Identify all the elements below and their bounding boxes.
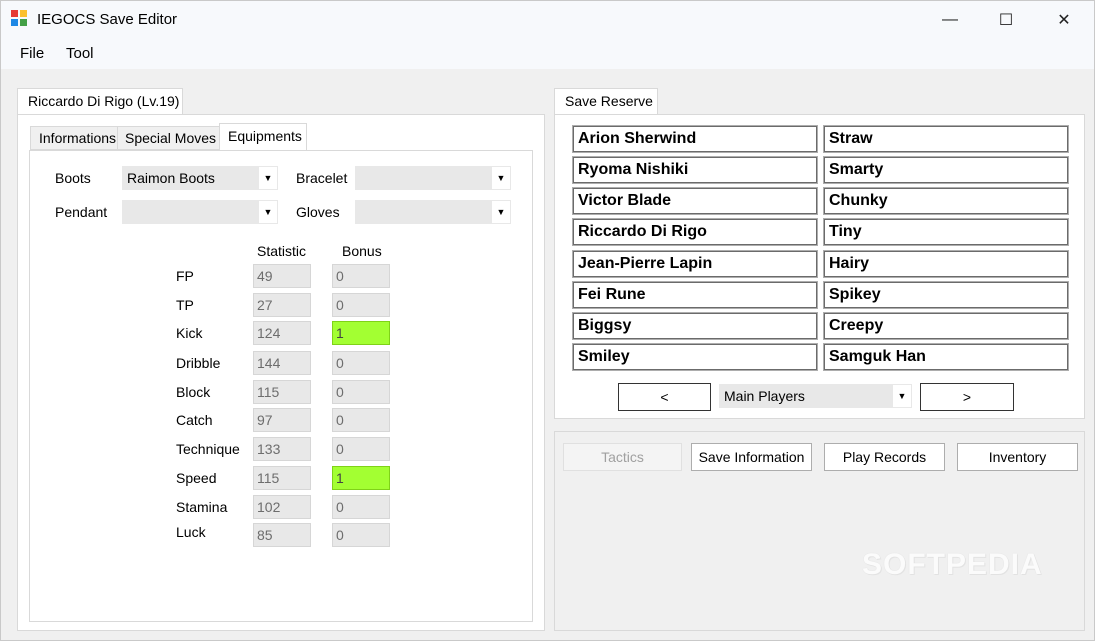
stat-value[interactable]: 115 <box>253 380 311 404</box>
bonus-value[interactable]: 0 <box>332 495 390 519</box>
reserve-player-button[interactable]: Victor Blade <box>572 187 818 215</box>
bonus-value[interactable]: 0 <box>332 351 390 375</box>
stat-name: TP <box>176 297 194 313</box>
bonus-value[interactable]: 0 <box>332 523 390 547</box>
gloves-label: Gloves <box>296 204 340 220</box>
reserve-player-button[interactable]: Arion Sherwind <box>572 125 818 153</box>
reserve-player-button[interactable]: Jean-Pierre Lapin <box>572 250 818 278</box>
close-button[interactable]: ✕ <box>1036 0 1092 40</box>
tab-save-reserve[interactable]: Save Reserve <box>554 88 658 115</box>
bonus-value[interactable]: 0 <box>332 380 390 404</box>
stat-value[interactable]: 124 <box>253 321 311 345</box>
reserve-player-button[interactable]: Samguk Han <box>823 343 1069 371</box>
reserve-player-button[interactable]: Ryoma Nishiki <box>572 156 818 184</box>
stat-value[interactable]: 102 <box>253 495 311 519</box>
stat-name: Kick <box>176 325 203 341</box>
stat-name: FP <box>176 268 194 284</box>
chevron-down-icon: ▼ <box>492 201 510 223</box>
reserve-player-button[interactable]: Chunky <box>823 187 1069 215</box>
pendant-select[interactable]: ▼ <box>122 200 278 224</box>
boots-label: Boots <box>55 170 91 186</box>
chevron-down-icon: ▼ <box>893 385 911 407</box>
chevron-down-icon: ▼ <box>259 167 277 189</box>
reserve-player-button[interactable]: Spikey <box>823 281 1069 309</box>
bracelet-label: Bracelet <box>296 170 348 186</box>
tab-special-moves[interactable]: Special Moves <box>117 126 220 150</box>
reserve-player-button[interactable]: Straw <box>823 125 1069 153</box>
menu-bar: File Tool <box>0 40 1095 69</box>
statistic-header: Statistic <box>257 243 307 259</box>
boots-value: Raimon Boots <box>127 170 215 186</box>
player-group-select[interactable]: Main Players ▼ <box>719 384 912 408</box>
app-icon <box>11 10 29 28</box>
reserve-player-button[interactable]: Tiny <box>823 218 1069 246</box>
maximize-button[interactable]: ☐ <box>978 0 1034 40</box>
stat-name: Technique <box>176 441 240 457</box>
stat-value[interactable]: 49 <box>253 264 311 288</box>
reserve-player-button[interactable]: Riccardo Di Rigo <box>572 218 818 246</box>
bonus-value[interactable]: 0 <box>332 264 390 288</box>
menu-tool[interactable]: Tool <box>66 45 94 62</box>
next-page-button[interactable]: > <box>920 383 1014 411</box>
player-group-value: Main Players <box>724 388 805 404</box>
chevron-down-icon: ▼ <box>259 201 277 223</box>
bonus-value[interactable]: 0 <box>332 408 390 432</box>
stat-value[interactable]: 144 <box>253 351 311 375</box>
menu-file[interactable]: File <box>20 45 44 62</box>
reserve-player-button[interactable]: Creepy <box>823 312 1069 340</box>
tab-player[interactable]: Riccardo Di Rigo (Lv.19) <box>17 88 183 115</box>
stat-name: Luck <box>176 524 206 540</box>
tab-equipments[interactable]: Equipments <box>219 123 307 151</box>
stat-name: Stamina <box>176 499 228 515</box>
reserve-player-button[interactable]: Smarty <box>823 156 1069 184</box>
stat-value[interactable]: 27 <box>253 293 311 317</box>
inventory-button[interactable]: Inventory <box>957 443 1078 471</box>
play-records-button[interactable]: Play Records <box>824 443 945 471</box>
bracelet-select[interactable]: ▼ <box>355 166 511 190</box>
stat-value[interactable]: 97 <box>253 408 311 432</box>
boots-select[interactable]: Raimon Boots ▼ <box>122 166 278 190</box>
bonus-value[interactable]: 0 <box>332 437 390 461</box>
reserve-player-button[interactable]: Smiley <box>572 343 818 371</box>
stat-value[interactable]: 115 <box>253 466 311 490</box>
stat-name: Speed <box>176 470 217 486</box>
stat-name: Dribble <box>176 355 221 371</box>
tab-informations[interactable]: Informations <box>30 126 118 150</box>
reserve-player-button[interactable]: Hairy <box>823 250 1069 278</box>
stat-value[interactable]: 85 <box>253 523 311 547</box>
minimize-button[interactable]: — <box>922 0 978 40</box>
reserve-player-button[interactable]: Biggsy <box>572 312 818 340</box>
stat-name: Block <box>176 384 211 400</box>
stat-name: Catch <box>176 412 213 428</box>
reserve-player-button[interactable]: Fei Rune <box>572 281 818 309</box>
pendant-label: Pendant <box>55 204 108 220</box>
chevron-down-icon: ▼ <box>492 167 510 189</box>
title-bar: IEGOCS Save Editor — ☐ ✕ <box>0 0 1095 40</box>
bonus-value[interactable]: 1 <box>332 466 390 490</box>
bonus-value[interactable]: 1 <box>332 321 390 345</box>
bonus-value[interactable]: 0 <box>332 293 390 317</box>
stat-value[interactable]: 133 <box>253 437 311 461</box>
save-information-button[interactable]: Save Information <box>691 443 812 471</box>
window-title: IEGOCS Save Editor <box>37 11 178 28</box>
bonus-header: Bonus <box>342 243 382 259</box>
softpedia-watermark: SOFTPEDIA <box>862 548 1043 581</box>
gloves-select[interactable]: ▼ <box>355 200 511 224</box>
tactics-button[interactable]: Tactics <box>563 443 682 471</box>
prev-page-button[interactable]: < <box>618 383 711 411</box>
